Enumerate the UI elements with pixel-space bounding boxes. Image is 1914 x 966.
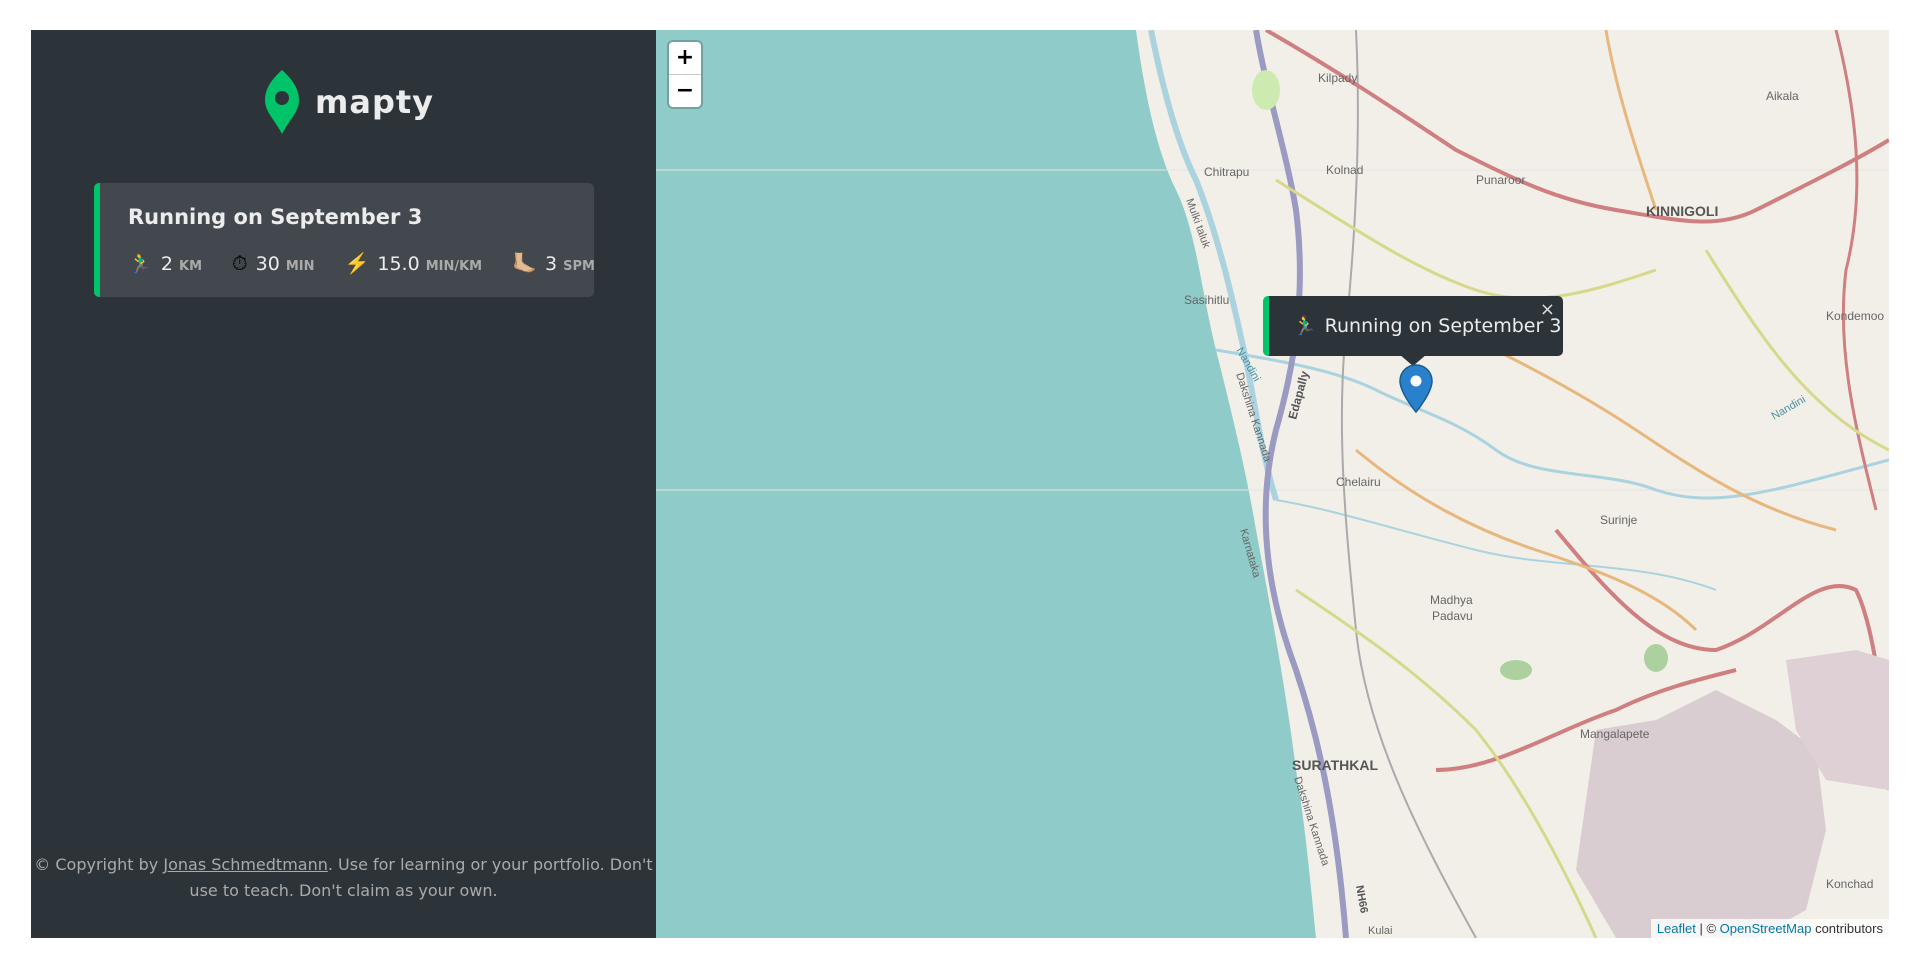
svg-text:Kulai: Kulai bbox=[1368, 925, 1392, 937]
foot-icon: 🦶🏼 bbox=[512, 251, 538, 275]
map[interactable]: Kilpady Aikala Chitrapu Kolnad Punaroor … bbox=[656, 30, 1889, 938]
pace-unit: MIN/KM bbox=[425, 259, 483, 274]
popup-text: Running on September 3 bbox=[1324, 314, 1562, 337]
svg-text:Padavu: Padavu bbox=[1432, 609, 1473, 623]
svg-text:Sasihitlu: Sasihitlu bbox=[1184, 293, 1229, 307]
sidebar: mapty Running on September 3 🏃‍♂️ 2 KM ⏱… bbox=[31, 30, 656, 938]
workout-popup[interactable]: 🏃‍♂️ Running on September 3 × bbox=[1263, 296, 1563, 366]
svg-text:Surinje: Surinje bbox=[1600, 513, 1638, 527]
svg-text:Kolnad: Kolnad bbox=[1326, 163, 1363, 177]
leaflet-link[interactable]: Leaflet bbox=[1657, 921, 1696, 936]
popup-content: 🏃‍♂️ Running on September 3 bbox=[1293, 314, 1562, 338]
svg-text:Madhya: Madhya bbox=[1430, 593, 1473, 607]
workout-detail-duration: ⏱ 30 MIN bbox=[232, 251, 314, 275]
svg-text:Chitrapu: Chitrapu bbox=[1204, 165, 1249, 179]
distance-unit: KM bbox=[179, 259, 203, 274]
zoom-control: + − bbox=[669, 42, 701, 107]
svg-text:SURATHKAL: SURATHKAL bbox=[1292, 757, 1379, 773]
attribution-sep: | © bbox=[1695, 921, 1720, 936]
logo: mapty bbox=[263, 68, 434, 136]
svg-text:Mangalapete: Mangalapete bbox=[1580, 727, 1650, 741]
duration-unit: MIN bbox=[285, 259, 315, 274]
zoom-in-button[interactable]: + bbox=[669, 42, 701, 75]
pace-value: 15.0 bbox=[377, 253, 420, 275]
runner-icon: 🏃‍♂️ bbox=[128, 251, 153, 275]
stopwatch-icon: ⏱ bbox=[232, 251, 248, 275]
logo-text: mapty bbox=[315, 83, 434, 121]
workout-title: Running on September 3 bbox=[128, 205, 423, 229]
copyright: © Copyright by Jonas Schmedtmann. Use fo… bbox=[31, 852, 656, 904]
map-attribution: Leaflet | © OpenStreetMap contributors bbox=[1650, 919, 1889, 938]
lightning-icon: ⚡️ bbox=[344, 251, 370, 275]
workout-detail-pace: ⚡️ 15.0 MIN/KM bbox=[344, 251, 482, 275]
cadence-unit: SPM bbox=[563, 259, 595, 274]
svg-text:Kondemoo: Kondemoo bbox=[1826, 309, 1884, 323]
svg-text:Aikala: Aikala bbox=[1766, 89, 1799, 103]
author-link[interactable]: Jonas Schmedtmann bbox=[163, 855, 328, 874]
duration-value: 30 bbox=[255, 253, 280, 275]
zoom-out-button[interactable]: − bbox=[669, 75, 701, 107]
svg-text:KINNIGOLI: KINNIGOLI bbox=[1646, 203, 1718, 219]
osm-link[interactable]: OpenStreetMap bbox=[1720, 921, 1812, 936]
svg-text:Punaroor: Punaroor bbox=[1476, 173, 1525, 187]
svg-text:Konchad: Konchad bbox=[1826, 877, 1873, 891]
attribution-suffix: contributors bbox=[1811, 921, 1883, 936]
runner-icon: 🏃‍♂️ bbox=[1293, 315, 1317, 337]
workout-details: 🏃‍♂️ 2 KM ⏱ 30 MIN ⚡️ 15.0 MIN/KM 🦶🏼 3 S… bbox=[128, 251, 625, 275]
map-tiles[interactable]: Kilpady Aikala Chitrapu Kolnad Punaroor … bbox=[656, 30, 1889, 938]
workout-detail-distance: 🏃‍♂️ 2 KM bbox=[128, 251, 202, 275]
copyright-prefix: © Copyright by bbox=[34, 855, 164, 874]
map-marker-icon[interactable] bbox=[1399, 364, 1433, 414]
workout-detail-cadence: 🦶🏼 3 SPM bbox=[512, 251, 595, 275]
close-icon[interactable]: × bbox=[1540, 299, 1555, 320]
map-pin-logo-icon bbox=[265, 70, 299, 134]
svg-text:Chelairu: Chelairu bbox=[1336, 475, 1381, 489]
workout-card[interactable]: Running on September 3 🏃‍♂️ 2 KM ⏱ 30 MI… bbox=[94, 183, 595, 297]
svg-text:Kilpady: Kilpady bbox=[1318, 71, 1357, 85]
distance-value: 2 bbox=[160, 253, 173, 275]
cadence-value: 3 bbox=[545, 253, 558, 275]
